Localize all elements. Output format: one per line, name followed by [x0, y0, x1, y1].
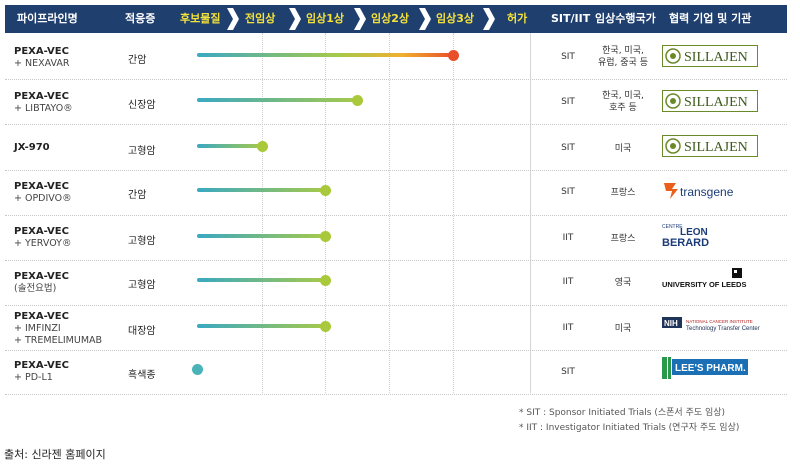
row-divider: [5, 394, 787, 395]
column-divider: [530, 33, 531, 393]
svg-text:Technology Transfer Center: Technology Transfer Center: [686, 326, 760, 332]
pipeline-name: PEXA-VEC + LIBTAYO®: [14, 91, 73, 114]
sillajen-logo: SILLAJEN: [662, 90, 758, 112]
indication: 고형암: [128, 146, 156, 157]
pipeline-name: PEXA-VEC + OPDIVO®: [14, 181, 72, 204]
progress-dot: [192, 364, 203, 375]
row-divider: [5, 305, 787, 306]
country-value: 프랑스: [610, 188, 636, 198]
svg-text:NIH: NIH: [664, 319, 678, 328]
row-divider: [5, 215, 787, 216]
sit-iit-value: IIT: [562, 323, 574, 333]
progress-bar: [197, 188, 325, 192]
svg-text:NATIONAL CANCER INSTITUTE: NATIONAL CANCER INSTITUTE: [686, 319, 753, 324]
svg-text:BERARD: BERARD: [662, 237, 709, 248]
svg-text:transgene: transgene: [680, 185, 734, 199]
pipeline-name: JX-970: [14, 142, 50, 153]
lees-pharm-logo: LEE'S PHARM.: [662, 357, 750, 379]
sit-iit-value: SIT: [561, 97, 575, 107]
header-pipeline: 파이프라인명: [17, 12, 78, 25]
header-stage-preclinical: 전임상: [245, 12, 276, 25]
sit-iit-value: SIT: [561, 143, 575, 153]
indication: 간암: [128, 190, 147, 201]
svg-text:LEE'S PHARM.: LEE'S PHARM.: [675, 363, 746, 374]
pipeline-name: PEXA-VEC + NEXAVAR: [14, 46, 70, 69]
progress-dot: [320, 321, 331, 332]
country-value: 미국: [614, 324, 632, 334]
chevron-right-icon: [227, 8, 239, 30]
country-value: 한국, 미국, 호주 등: [602, 91, 644, 113]
progress-bar: [197, 53, 453, 57]
row-divider: [5, 124, 787, 125]
svg-text:UNIVERSITY OF LEEDS: UNIVERSITY OF LEEDS: [662, 280, 746, 289]
row-divider: [5, 79, 787, 80]
progress-dot: [352, 95, 363, 106]
country-value: 미국: [614, 144, 632, 154]
chevron-right-icon: [483, 8, 495, 30]
progress-dot: [320, 185, 331, 196]
pipeline-name: PEXA-VEC (솔전요법): [14, 271, 69, 294]
indication: 흑색종: [128, 370, 156, 381]
source-caption: 출처: 신라젠 홈페이지: [4, 448, 106, 461]
chevron-right-icon: [289, 8, 301, 30]
progress-bar: [197, 278, 325, 282]
sillajen-logo: SILLAJEN: [662, 45, 758, 67]
header-stage-phase2: 임상2상: [371, 12, 410, 25]
university-of-leeds-logo: UNIVERSITY OF LEEDS: [662, 268, 762, 290]
svg-text:SILLAJEN: SILLAJEN: [684, 95, 748, 110]
header-partners: 협력 기업 및 기관: [669, 12, 752, 25]
header-stage-candidate: 후보물질: [180, 12, 221, 25]
country-value: 한국, 미국, 유럽, 중국 등: [598, 46, 648, 68]
indication: 신장암: [128, 100, 156, 111]
row-divider: [5, 350, 787, 351]
header-indication: 적응증: [125, 12, 156, 25]
progress-bar: [197, 234, 325, 238]
progress-bar: [197, 144, 262, 148]
grid-line: [325, 33, 326, 393]
row-divider: [5, 170, 787, 171]
chevron-right-icon: [354, 8, 366, 30]
transgene-logo: transgene: [662, 179, 758, 201]
svg-text:SILLAJEN: SILLAJEN: [684, 50, 748, 65]
grid-line: [389, 33, 390, 393]
country-value: 프랑스: [610, 234, 636, 244]
table-header: 파이프라인명 적응증 후보물질 전임상 임상1상 임상2상 임상3상 허가 SI…: [5, 5, 787, 33]
footnote-sit: * SIT : Sponsor Initiated Trials (스폰서 주도…: [519, 408, 726, 418]
indication: 간암: [128, 55, 147, 66]
pipeline-name: PEXA-VEC + YERVOY®: [14, 226, 72, 249]
indication: 고형암: [128, 280, 156, 291]
row-divider: [5, 260, 787, 261]
sit-iit-value: IIT: [562, 277, 574, 287]
chevron-right-icon: [419, 8, 431, 30]
sit-iit-value: IIT: [562, 233, 574, 243]
header-stage-phase3: 임상3상: [436, 12, 475, 25]
header-stage-phase1: 임상1상: [306, 12, 345, 25]
progress-dot: [257, 141, 268, 152]
leon-berard-logo: CENTRE LEON BERARD: [662, 222, 732, 249]
grid-line: [453, 33, 454, 393]
footnote-iit: * IIT : Investigator Initiated Trials (연…: [519, 423, 740, 433]
header-stage-approval: 허가: [507, 12, 528, 25]
indication: 고형암: [128, 236, 156, 247]
pipeline-name: PEXA-VEC + PD-L1: [14, 360, 69, 383]
progress-bar: [197, 98, 357, 102]
progress-bar: [197, 324, 325, 328]
nih-logo: NIH NATIONAL CANCER INSTITUTE Technology T…: [662, 315, 780, 337]
sit-iit-value: SIT: [561, 187, 575, 197]
sit-iit-value: SIT: [561, 367, 575, 377]
svg-text:SILLAJEN: SILLAJEN: [684, 140, 748, 155]
pipeline-name: PEXA-VEC + IMFINZI + TREMELIMUMAB: [14, 311, 103, 346]
indication: 대장암: [128, 326, 156, 337]
progress-dot: [448, 50, 459, 61]
header-countries: 임상수행국가: [595, 12, 656, 25]
grid-line: [262, 33, 263, 393]
progress-dot: [320, 275, 331, 286]
header-sit-iit: SIT/IIT: [551, 12, 591, 25]
sillajen-logo: SILLAJEN: [662, 135, 758, 157]
sit-iit-value: SIT: [561, 52, 575, 62]
progress-dot: [320, 231, 331, 242]
country-value: 영국: [614, 278, 632, 288]
